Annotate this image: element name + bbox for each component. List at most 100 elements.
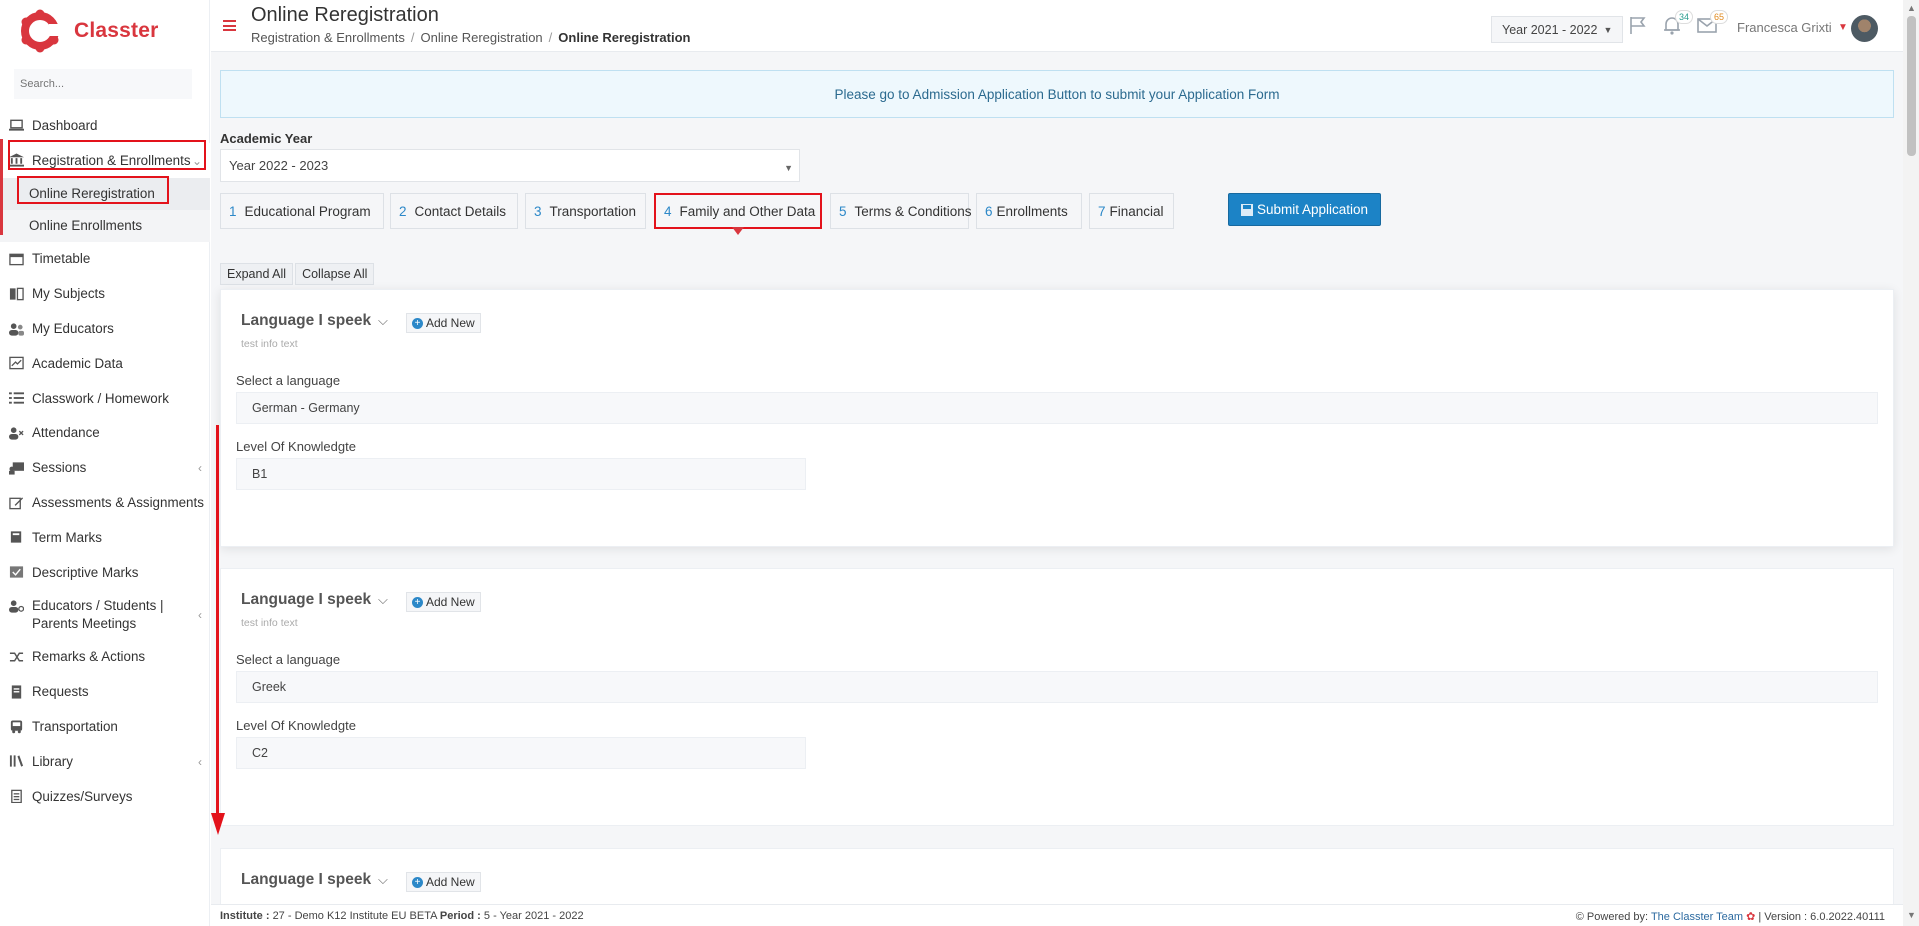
- sidebar-subitem-online-enrollments[interactable]: Online Enrollments: [0, 209, 210, 242]
- sidebar-item-label: Academic Data: [32, 355, 123, 371]
- card-title[interactable]: Language I speek: [241, 871, 371, 889]
- sidebar-search-input[interactable]: [14, 69, 192, 99]
- bell-icon[interactable]: 34: [1661, 10, 1693, 36]
- chevron-down-icon[interactable]: ⌵: [378, 872, 388, 888]
- active-section-indicator: [0, 139, 3, 235]
- step-terms-conditions[interactable]: 5 Terms & Conditions: [830, 193, 972, 229]
- select-language-field[interactable]: Greek: [236, 671, 1878, 703]
- sidebar-item-quizzes-surveys[interactable]: Quizzes/Surveys: [0, 779, 210, 814]
- sidebar-item-label: My Subjects: [32, 286, 105, 302]
- hamburger-menu-icon[interactable]: [223, 20, 236, 31]
- sidebar-item-label: Library: [32, 753, 73, 769]
- submit-application-button[interactable]: Submit Application: [1228, 193, 1382, 226]
- user-name[interactable]: Francesca Grixti: [1737, 20, 1832, 35]
- breadcrumb-item[interactable]: Registration & Enrollments: [251, 30, 405, 45]
- sidebar-item-remarks-actions[interactable]: Remarks & Actions: [0, 640, 210, 675]
- presentation-icon: [9, 461, 24, 475]
- sidebar-item-label: Attendance: [32, 425, 100, 441]
- academic-year-select[interactable]: Year 2022 - 2023 ▼: [220, 149, 800, 182]
- sidebar-item-sessions[interactable]: Sessions ‹: [0, 450, 210, 485]
- card-title[interactable]: Language I speek: [241, 591, 371, 609]
- plus-icon: +: [412, 876, 423, 888]
- level-field[interactable]: C2: [236, 737, 806, 769]
- step-financial[interactable]: 7 Financial: [1089, 193, 1174, 229]
- sidebar-item-library[interactable]: Library ‹: [0, 744, 210, 779]
- card-title[interactable]: Language I speek: [241, 312, 371, 330]
- sidebar-item-requests[interactable]: Requests: [0, 674, 210, 709]
- sidebar-item-registration-enrollments[interactable]: Registration & Enrollments ⌄: [0, 142, 210, 178]
- sidebar-subitem-label: Online Reregistration: [29, 186, 155, 202]
- scrollbar-thumb[interactable]: [1907, 16, 1916, 156]
- level-field[interactable]: B1: [236, 458, 806, 490]
- year-selector[interactable]: Year 2021 - 2022 ▼: [1491, 16, 1624, 43]
- book-stack-icon: [9, 530, 24, 544]
- sidebar: Classter Dashboard Registration & Enroll…: [0, 0, 210, 926]
- sidebar-subitem-online-reregistration[interactable]: Online Reregistration: [0, 177, 210, 210]
- footer-powered-by: © Powered by: The Classter Team ✿ | Vers…: [1575, 911, 1885, 923]
- scroll-down-icon[interactable]: ▼: [1907, 910, 1916, 920]
- sidebar-item-term-marks[interactable]: Term Marks: [0, 520, 210, 555]
- sidebar-item-my-subjects[interactable]: My Subjects: [0, 276, 210, 311]
- shuffle-icon: [9, 650, 24, 664]
- step-enrollments[interactable]: 6 Enrollments: [976, 193, 1082, 229]
- sidebar-item-label: Quizzes/Surveys: [32, 788, 133, 804]
- chevron-down-icon: ⌄: [191, 153, 202, 168]
- sidebar-item-attendance[interactable]: Attendance: [0, 416, 210, 451]
- scroll-down-annotation-arrowhead: [211, 813, 225, 835]
- sidebar-item-label: Assessments & Assignments: [32, 495, 204, 511]
- step-contact-details[interactable]: 2 Contact Details: [390, 193, 518, 229]
- sidebar-item-label: Dashboard: [32, 117, 98, 133]
- scroll-down-annotation-arrow: [216, 425, 219, 817]
- sidebar-item-my-educators[interactable]: My Educators: [0, 311, 210, 346]
- select-language-field[interactable]: German - Germany: [236, 392, 1878, 424]
- breadcrumb-current: Online Reregistration: [558, 30, 691, 45]
- collapse-all-button[interactable]: Collapse All: [295, 263, 375, 285]
- main-content: Please go to Admission Application Butto…: [211, 52, 1903, 904]
- library-icon: [9, 754, 24, 768]
- step-transportation[interactable]: 3 Transportation: [525, 193, 646, 229]
- sidebar-item-timetable[interactable]: Timetable: [0, 242, 210, 277]
- user-caret-down-icon[interactable]: ▼: [1838, 22, 1848, 33]
- sidebar-item-assessments-assignments[interactable]: Assessments & Assignments: [0, 485, 210, 520]
- sidebar-item-label: My Educators: [32, 321, 114, 337]
- app-logo[interactable]: Classter: [20, 9, 158, 53]
- envelope-icon[interactable]: 65: [1696, 10, 1728, 36]
- document-icon: [9, 685, 24, 699]
- sidebar-item-meetings[interactable]: Educators / Students | Parents Meetings …: [0, 590, 210, 640]
- classter-logo-icon: [21, 9, 60, 53]
- edit-icon: [9, 496, 24, 510]
- step-educational-program[interactable]: 1 Educational Program: [220, 193, 384, 229]
- footer: Institute : 27 - Demo K12 Institute EU B…: [211, 904, 1903, 926]
- chevron-down-icon[interactable]: ⌵: [378, 313, 388, 329]
- sidebar-item-label: Term Marks: [32, 529, 102, 545]
- add-new-button[interactable]: + Add New: [406, 313, 481, 333]
- expand-all-button[interactable]: Expand All: [220, 263, 294, 285]
- select-language-label: Select a language: [236, 652, 341, 667]
- sidebar-item-label: Registration & Enrollments: [32, 152, 191, 168]
- avatar[interactable]: [1851, 15, 1878, 42]
- chevron-left-icon: ‹: [198, 607, 202, 622]
- clipboard-icon: [9, 789, 24, 804]
- academic-year-label: Academic Year: [220, 131, 313, 146]
- flag-icon[interactable]: [1627, 14, 1649, 36]
- step-family-other-data[interactable]: 4 Family and Other Data: [654, 193, 822, 235]
- user-gear-icon: [9, 599, 24, 613]
- plus-icon: +: [412, 596, 423, 608]
- sidebar-item-academic-data[interactable]: Academic Data: [0, 346, 210, 381]
- chevron-down-icon[interactable]: ⌵: [378, 592, 388, 608]
- breadcrumb-item[interactable]: Online Reregistration: [421, 30, 543, 45]
- sidebar-menu: Dashboard Registration & Enrollments ⌄ O…: [0, 108, 210, 814]
- sidebar-item-classwork-homework[interactable]: Classwork / Homework: [0, 381, 210, 416]
- scroll-up-icon[interactable]: ▲: [1907, 3, 1916, 13]
- sidebar-item-dashboard[interactable]: Dashboard: [0, 108, 210, 143]
- sidebar-item-descriptive-marks[interactable]: Descriptive Marks: [0, 555, 210, 590]
- book-icon: [9, 287, 24, 301]
- add-new-button[interactable]: + Add New: [406, 592, 481, 612]
- add-new-button[interactable]: + Add New: [406, 872, 481, 892]
- expand-collapse-controls: Expand All Collapse All: [220, 263, 376, 285]
- card-info-text: test info text: [241, 617, 298, 629]
- level-label: Level Of Knowledgte: [236, 718, 356, 733]
- classter-team-link[interactable]: The Classter Team: [1651, 911, 1743, 923]
- page-scrollbar[interactable]: ▲ ▼: [1903, 0, 1919, 926]
- sidebar-item-transportation[interactable]: Transportation: [0, 709, 210, 744]
